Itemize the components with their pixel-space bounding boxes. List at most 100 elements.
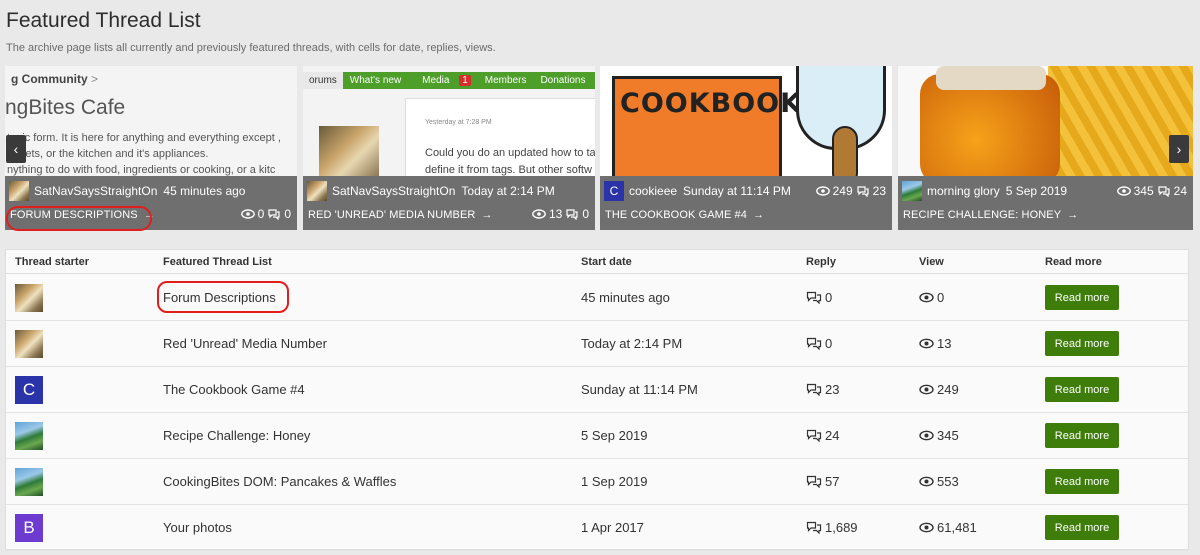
view-count: 0 [919, 290, 944, 305]
thread-title-link-value[interactable]: Your photos [163, 520, 232, 535]
thread-title-link-value[interactable]: CookingBites DOM: Pancakes & Waffles [163, 474, 396, 489]
start-date: 1 Apr 2017 [581, 520, 644, 535]
nav-item: What's new [349, 75, 402, 86]
chevron-left-icon[interactable]: ‹ [14, 141, 19, 157]
reply-count: 23 [806, 382, 839, 397]
view-count: 0 [257, 207, 265, 221]
start-date-value: 1 Apr 2017 [581, 520, 644, 535]
slide-stats: 345 24 [1116, 184, 1187, 198]
read-more-button[interactable]: Read more [1045, 469, 1119, 494]
slide-title[interactable]: RECIPE CHALLENGE: HONEY [903, 209, 1061, 221]
view-count-value: 345 [937, 428, 959, 443]
reply-count: 0 [806, 290, 832, 305]
slide-image: orums What's new Media 1 Members Donatio… [303, 66, 595, 176]
slide-date: 45 minutes ago [163, 184, 246, 198]
slide-overlay: C cookieee Sunday at 11:14 PM 249 23 THE… [600, 176, 892, 230]
avatar[interactable] [15, 468, 43, 496]
read-more-button[interactable]: Read more [1045, 377, 1119, 402]
chevron-right-icon[interactable]: › [1177, 141, 1182, 157]
column-header: Start date [581, 256, 632, 268]
post-text: Could you do an updated how to ta define… [425, 147, 595, 176]
slide-title-link[interactable]: RED 'UNREAD' MEDIA NUMBER → [308, 209, 493, 221]
slide-user[interactable]: morning glory [927, 184, 1000, 198]
view-count: 13 [919, 336, 951, 351]
avatar[interactable] [9, 181, 29, 201]
carousel-next-button[interactable]: › [1169, 135, 1189, 163]
reply-count-value: 23 [825, 382, 840, 397]
table-row: Red 'Unread' Media Number Today at 2:14 P… [6, 321, 1188, 367]
reply-count-value: 0 [825, 336, 833, 351]
slide-title-link[interactable]: RECIPE CHALLENGE: HONEY → [903, 209, 1078, 221]
slide-image-text: topic form. It is here for anything and … [7, 132, 281, 176]
thread-title-link[interactable]: CookingBites DOM: Pancakes & Waffles [163, 474, 396, 489]
featured-carousel: g Community > ngBites Cafe topic form. I… [5, 66, 1193, 230]
read-more-button[interactable]: Read more [1045, 423, 1119, 448]
arrow-right-icon: → [752, 209, 765, 221]
column-header: View [919, 256, 944, 268]
eye-icon [1116, 186, 1131, 196]
nav-item: Media 1 [408, 75, 478, 86]
comments-icon [806, 291, 822, 304]
slide-date: 5 Sep 2019 [1005, 184, 1068, 198]
avatar[interactable] [307, 181, 327, 201]
slide-image-text: ngBites Cafe [5, 96, 126, 119]
thread-title-link-value[interactable]: Red 'Unread' Media Number [163, 336, 327, 351]
slide-user[interactable]: cookieee [629, 184, 677, 198]
slide-title[interactable]: RED 'UNREAD' MEDIA NUMBER [308, 209, 475, 221]
view-count-value: 0 [937, 290, 945, 305]
slide-user[interactable]: SatNavSaysStraightOn [332, 184, 455, 198]
start-date: Today at 2:14 PM [581, 336, 682, 351]
carousel-slide[interactable]: orums What's new Media 1 Members Donatio… [303, 66, 595, 230]
nav-item: Members [484, 75, 527, 86]
read-more-button[interactable]: Read more [1045, 331, 1119, 356]
comments-icon [857, 186, 869, 197]
thread-title-link[interactable]: The Cookbook Game #4 [163, 382, 305, 397]
slide-title-link[interactable]: THE COOKBOOK GAME #4 → [605, 209, 764, 221]
chevron-right-icon: > [91, 72, 99, 86]
slide-user[interactable]: SatNavSaysStraightOn [34, 184, 157, 198]
reply-count: 0 [806, 336, 832, 351]
avatar[interactable]: B [15, 514, 43, 542]
table-row: CookingBites DOM: Pancakes & Waffles 1 Se… [6, 459, 1188, 505]
start-date-value: 5 Sep 2019 [581, 428, 648, 443]
carousel-slide[interactable]: COOKBOOK C cookieee Sunday at 11:14 PM 2… [600, 66, 892, 230]
column-header: Reply [806, 256, 836, 268]
avatar[interactable] [15, 330, 43, 358]
table-row: Recipe Challenge: Honey 5 Sep 2019 24 345 Re… [6, 413, 1188, 459]
read-more-button[interactable]: Read more [1045, 285, 1119, 310]
avatar[interactable]: C [15, 376, 43, 404]
reply-count-value: 57 [825, 474, 840, 489]
reply-count-value: 24 [825, 428, 840, 443]
slide-image-text: COOKBOOK [620, 88, 803, 119]
thread-title-link[interactable]: Red 'Unread' Media Number [163, 336, 327, 351]
reply-count-value: 0 [825, 290, 833, 305]
highlight-annotation [6, 206, 152, 231]
thread-title-link-value[interactable]: Recipe Challenge: Honey [163, 428, 310, 443]
view-count: 345 [1133, 184, 1154, 198]
avatar[interactable]: C [604, 181, 624, 201]
comments-icon [806, 521, 822, 534]
carousel-slide[interactable]: morning glory 5 Sep 2019 345 24 RECIPE C… [898, 66, 1193, 230]
avatar[interactable] [15, 422, 43, 450]
slide-stats: 13 0 [532, 207, 589, 221]
thread-title-link-value[interactable]: The Cookbook Game #4 [163, 382, 305, 397]
start-date: 1 Sep 2019 [581, 474, 648, 489]
thread-title-link[interactable]: Recipe Challenge: Honey [163, 428, 310, 443]
slide-image-text: g Community [11, 72, 88, 86]
comments-icon [268, 209, 280, 220]
carousel-prev-button[interactable]: ‹ [6, 135, 26, 163]
jar-lid-illustration [936, 66, 1046, 90]
view-count-value: 13 [937, 336, 952, 351]
avatar[interactable] [902, 181, 922, 201]
start-date-value: Today at 2:14 PM [581, 336, 683, 351]
avatar[interactable] [15, 284, 43, 312]
slide-title[interactable]: THE COOKBOOK GAME #4 [605, 209, 747, 221]
thread-title-link[interactable]: Your photos [163, 520, 232, 535]
table-row: C The Cookbook Game #4 Sunday at 11:14 PM 2… [6, 367, 1188, 413]
slide-image: g Community > ngBites Cafe topic form. I… [5, 66, 297, 176]
read-more-button[interactable]: Read more [1045, 515, 1119, 540]
nav-item: Donations [540, 75, 586, 86]
start-date: Sunday at 11:14 PM [581, 382, 698, 397]
post-avatar-image [319, 126, 379, 176]
start-date-value: 1 Sep 2019 [581, 474, 648, 489]
